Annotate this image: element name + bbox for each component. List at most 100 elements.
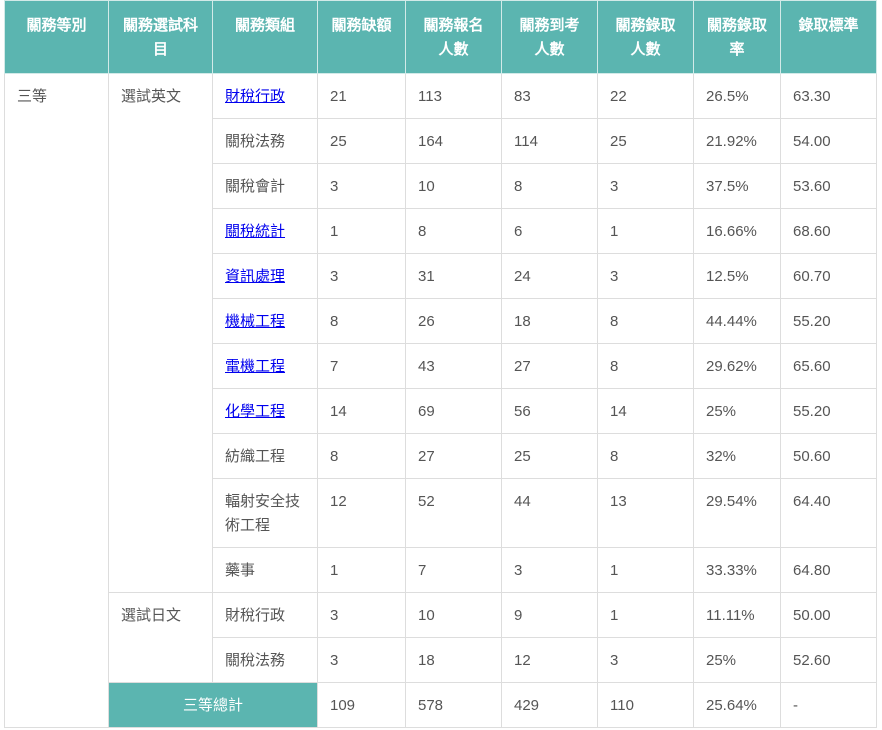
applicants-cell: 164	[405, 118, 502, 164]
total-applicants-cell: 578	[405, 682, 502, 728]
category-cell: 關稅法務	[212, 118, 318, 164]
vacancies-cell: 1	[317, 547, 406, 593]
cutoff-cell: 55.20	[780, 388, 877, 434]
examinees-cell: 25	[501, 433, 598, 479]
category-cell: 關稅會計	[212, 163, 318, 209]
rate-cell: 11.11%	[693, 592, 781, 638]
category-cell: 資訊處理	[212, 253, 318, 299]
rate-cell: 33.33%	[693, 547, 781, 593]
header-rate: 關務錄取率	[693, 0, 781, 74]
vacancies-cell: 7	[317, 343, 406, 389]
admitted-cell: 13	[597, 478, 694, 548]
header-level: 關務等別	[4, 0, 109, 74]
header-examinees: 關務到考人數	[501, 0, 598, 74]
examinees-cell: 6	[501, 208, 598, 254]
rate-cell: 29.54%	[693, 478, 781, 548]
category-cell: 輻射安全技術工程	[212, 478, 318, 548]
admitted-cell: 8	[597, 343, 694, 389]
header-category: 關務類組	[212, 0, 318, 74]
admitted-cell: 1	[597, 547, 694, 593]
category-link[interactable]: 機械工程	[225, 313, 285, 330]
vacancies-cell: 21	[317, 73, 406, 119]
applicants-cell: 52	[405, 478, 502, 548]
header-row: 關務等別 關務選試科目 關務類組 關務缺額 關務報名人數 關務到考人數 關務錄取…	[4, 0, 877, 74]
cutoff-cell: 60.70	[780, 253, 877, 299]
total-rate-cell: 25.64%	[693, 682, 781, 728]
level-cell: 三等	[4, 73, 109, 728]
category-link[interactable]: 關稅統計	[225, 223, 285, 240]
examinees-cell: 44	[501, 478, 598, 548]
category-cell: 機械工程	[212, 298, 318, 344]
applicants-cell: 18	[405, 637, 502, 683]
rate-cell: 26.5%	[693, 73, 781, 119]
header-admitted: 關務錄取人數	[597, 0, 694, 74]
applicants-cell: 26	[405, 298, 502, 344]
cutoff-cell: 52.60	[780, 637, 877, 683]
vacancies-cell: 8	[317, 298, 406, 344]
rate-cell: 29.62%	[693, 343, 781, 389]
category-cell: 財稅行政	[212, 73, 318, 119]
header-applicants: 關務報名人數	[405, 0, 502, 74]
applicants-cell: 7	[405, 547, 502, 593]
cutoff-cell: 68.60	[780, 208, 877, 254]
examinees-cell: 9	[501, 592, 598, 638]
vacancies-cell: 3	[317, 592, 406, 638]
examinees-cell: 3	[501, 547, 598, 593]
rate-cell: 25%	[693, 637, 781, 683]
examinees-cell: 18	[501, 298, 598, 344]
vacancies-cell: 25	[317, 118, 406, 164]
total-vacancies-cell: 109	[317, 682, 406, 728]
applicants-cell: 69	[405, 388, 502, 434]
rate-cell: 12.5%	[693, 253, 781, 299]
category-cell: 化學工程	[212, 388, 318, 434]
category-link[interactable]: 化學工程	[225, 403, 285, 420]
examinees-cell: 83	[501, 73, 598, 119]
cutoff-cell: 65.60	[780, 343, 877, 389]
admitted-cell: 14	[597, 388, 694, 434]
cutoff-cell: 64.40	[780, 478, 877, 548]
vacancies-cell: 3	[317, 163, 406, 209]
admission-stats-table: 關務等別 關務選試科目 關務類組 關務缺額 關務報名人數 關務到考人數 關務錄取…	[4, 0, 877, 728]
cutoff-cell: 50.00	[780, 592, 877, 638]
admitted-cell: 22	[597, 73, 694, 119]
examinees-cell: 12	[501, 637, 598, 683]
category-link[interactable]: 資訊處理	[225, 268, 285, 285]
category-link[interactable]: 電機工程	[225, 358, 285, 375]
applicants-cell: 27	[405, 433, 502, 479]
examinees-cell: 56	[501, 388, 598, 434]
table-row: 選試日文 財稅行政 3 10 9 1 11.11% 50.00	[5, 592, 877, 683]
vacancies-cell: 12	[317, 478, 406, 548]
examinees-cell: 27	[501, 343, 598, 389]
total-row: 三等總計 109 578 429 110 25.64% -	[5, 682, 877, 728]
admitted-cell: 3	[597, 163, 694, 209]
cutoff-cell: 63.30	[780, 73, 877, 119]
rate-cell: 32%	[693, 433, 781, 479]
admitted-cell: 1	[597, 592, 694, 638]
vacancies-cell: 1	[317, 208, 406, 254]
category-cell: 財稅行政	[212, 592, 318, 638]
header-vacancies: 關務缺額	[317, 0, 406, 74]
rate-cell: 37.5%	[693, 163, 781, 209]
subject-cell: 選試英文	[108, 73, 213, 593]
admitted-cell: 8	[597, 298, 694, 344]
rate-cell: 21.92%	[693, 118, 781, 164]
category-cell: 電機工程	[212, 343, 318, 389]
applicants-cell: 10	[405, 592, 502, 638]
admitted-cell: 8	[597, 433, 694, 479]
category-link[interactable]: 財稅行政	[225, 88, 285, 105]
admitted-cell: 1	[597, 208, 694, 254]
examinees-cell: 114	[501, 118, 598, 164]
cutoff-cell: 64.80	[780, 547, 877, 593]
examinees-cell: 8	[501, 163, 598, 209]
admitted-cell: 25	[597, 118, 694, 164]
admitted-cell: 3	[597, 253, 694, 299]
header-cutoff: 錄取標準	[780, 0, 877, 74]
cutoff-cell: 53.60	[780, 163, 877, 209]
category-cell: 紡織工程	[212, 433, 318, 479]
category-cell: 藥事	[212, 547, 318, 593]
vacancies-cell: 3	[317, 637, 406, 683]
subject-cell: 選試日文	[108, 592, 213, 683]
applicants-cell: 113	[405, 73, 502, 119]
rate-cell: 44.44%	[693, 298, 781, 344]
header-subject: 關務選試科目	[108, 0, 213, 74]
